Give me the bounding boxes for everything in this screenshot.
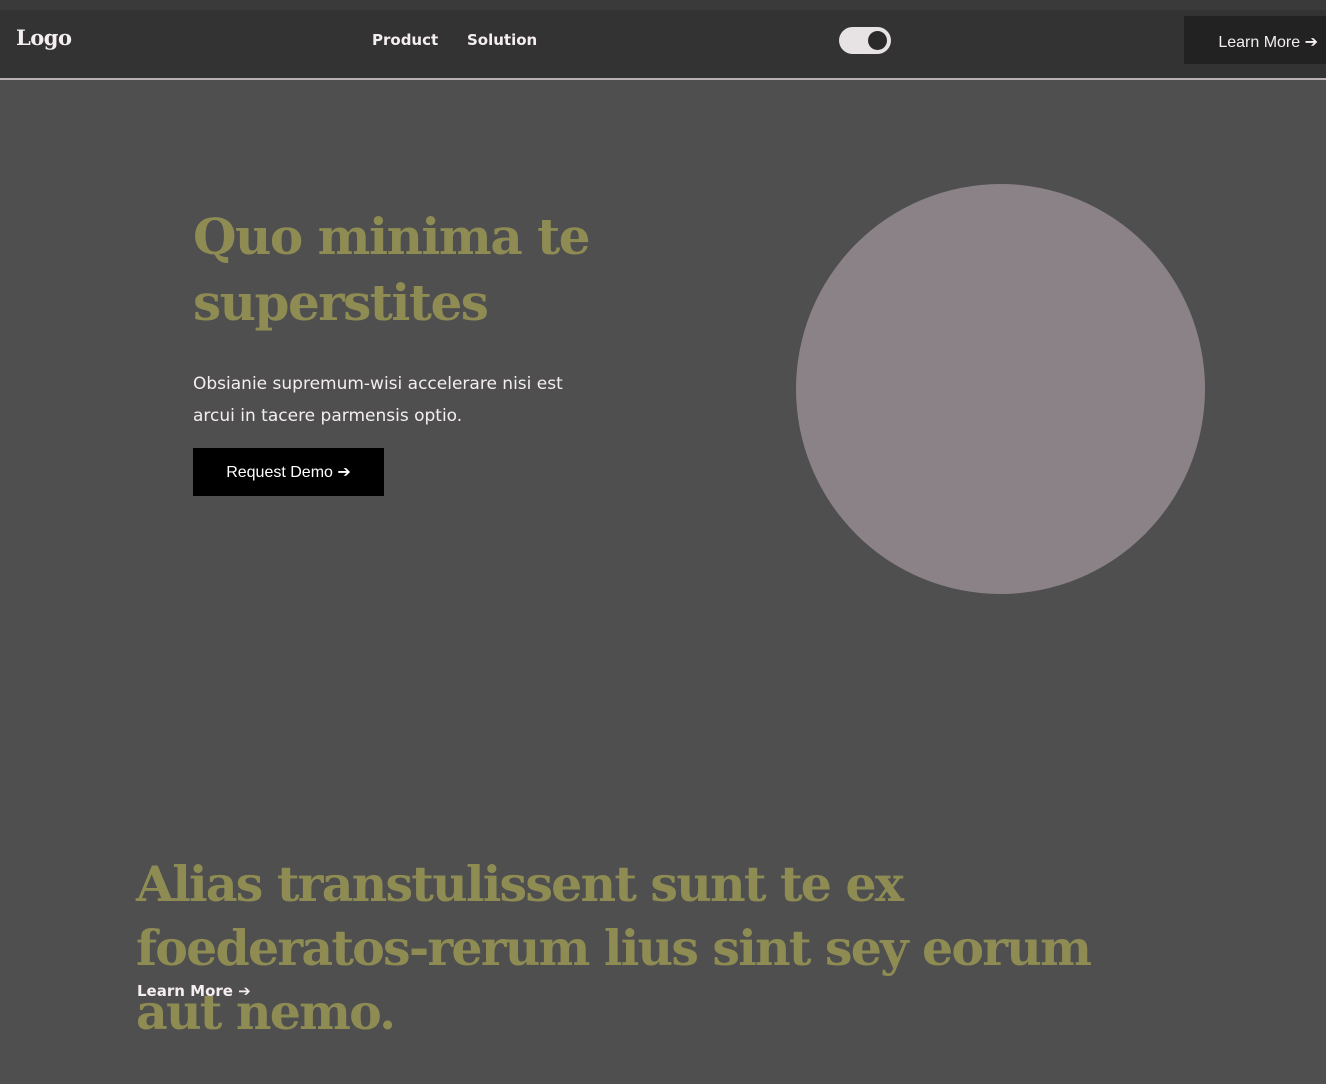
navbar: Logo Product Solution Learn More ➔ xyxy=(0,10,1326,80)
theme-toggle[interactable] xyxy=(839,27,891,54)
nav-link-product[interactable]: Product xyxy=(372,31,438,49)
learn-more-button[interactable]: Learn More ➔ xyxy=(1184,16,1326,64)
hero-title: Quo minima te superstites xyxy=(193,207,591,332)
hero-circle-graphic xyxy=(796,184,1205,594)
top-strip xyxy=(0,0,1326,10)
request-demo-button[interactable]: Request Demo ➔ xyxy=(193,448,384,496)
logo[interactable]: Logo xyxy=(16,25,72,50)
hero-description: Obsianie supremum-wisi accelerare nisi e… xyxy=(193,374,563,426)
nav-link-solution[interactable]: Solution xyxy=(467,31,537,49)
section-learn-more-link[interactable]: Learn More ➔ xyxy=(137,982,251,1000)
section-title: Alias transtulissent sunt te ex foederat… xyxy=(136,855,1092,1041)
toggle-knob xyxy=(868,31,887,50)
